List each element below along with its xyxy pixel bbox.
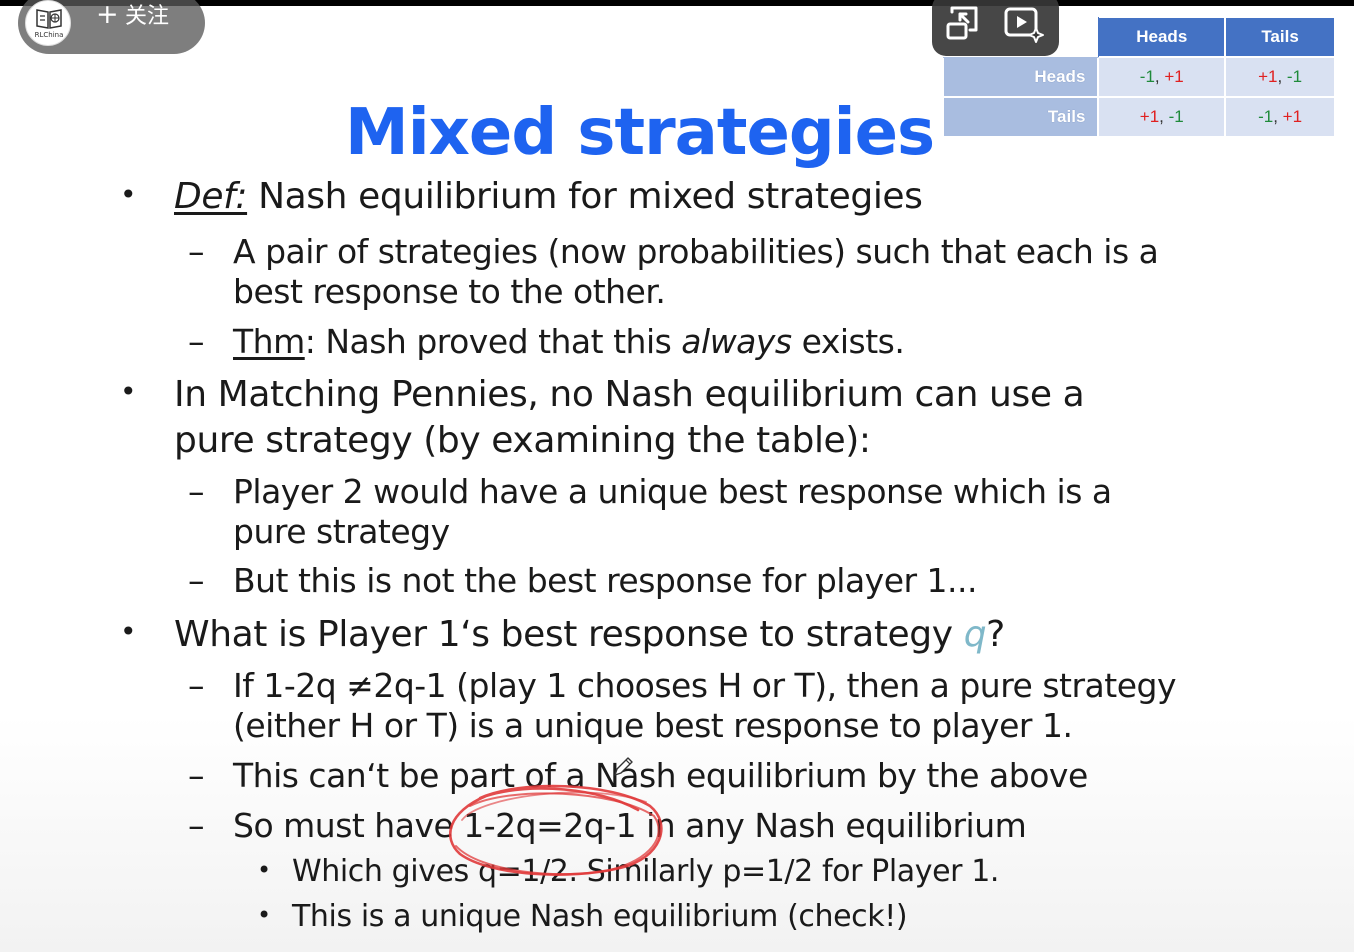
picture-in-picture-icon <box>946 6 978 40</box>
pen-icon <box>614 757 633 776</box>
video-ai-button[interactable] <box>1002 4 1046 44</box>
bullet-text: In Matching Pennies, no Nash equilibrium… <box>174 374 1085 415</box>
follow-button[interactable]: 关注 <box>125 4 169 30</box>
bullet-dot: • <box>120 615 137 648</box>
payoff-p2: +1 <box>1164 67 1184 86</box>
annotation-circle <box>449 784 663 876</box>
question-text: What is Player 1‘s best response to stra… <box>174 614 964 655</box>
thm-text: : Nash proved that this <box>304 322 682 361</box>
payoff-p1: -1 <box>1258 107 1274 126</box>
sub-sub-bullet-text: This is a unique Nash equilibrium (check… <box>292 899 908 934</box>
bullet-def: Def: Nash equilibrium for mixed strategi… <box>174 176 923 217</box>
thm-text-end: exists. <box>791 322 905 361</box>
payoff-cell: -1, +1 <box>1097 56 1227 98</box>
row-header-heads: Heads <box>941 56 1100 98</box>
payoff-p1: +1 <box>1139 107 1160 126</box>
book-globe-icon <box>36 9 62 29</box>
slide: Heads Tails Heads -1, +1 +1, -1 Tails +1… <box>0 6 1354 952</box>
bullet-dot: • <box>257 901 272 929</box>
dash: – <box>188 806 205 845</box>
col-header-heads: Heads <box>1097 16 1227 58</box>
slide-title: Mixed strategies <box>345 96 935 170</box>
channel-name: RLChina <box>34 31 64 39</box>
payoff-p2: +1 <box>1282 107 1303 126</box>
question-mark: ? <box>986 614 1005 655</box>
dash: – <box>188 561 205 600</box>
bullet-dot: • <box>120 178 137 211</box>
sub-bullet-text: Player 2 would have a unique best respon… <box>233 472 1112 511</box>
bullet-dot: • <box>120 375 137 408</box>
payoff-cell: +1, -1 <box>1097 96 1227 138</box>
dash: – <box>188 666 205 705</box>
dash: – <box>188 322 205 361</box>
payoff-p2: -1 <box>1168 107 1184 126</box>
def-text: Nash equilibrium for mixed strategies <box>247 176 923 217</box>
payoff-p1: +1 <box>1258 67 1278 86</box>
channel-follow-pill[interactable]: RLChina + 关注 <box>18 0 205 54</box>
sub-bullet-text: But this is not the best response for pl… <box>233 561 978 600</box>
payoff-cell: -1, +1 <box>1224 96 1336 138</box>
sub-bullet-text: A pair of strategies (now probabilities)… <box>233 232 1159 271</box>
channel-logo[interactable]: RLChina <box>25 0 71 46</box>
payoff-p1: -1 <box>1139 67 1155 86</box>
q-variable: q <box>963 614 987 655</box>
payoff-cell: +1, -1 <box>1224 56 1336 98</box>
payoff-p2: -1 <box>1286 67 1303 86</box>
video-sparkle-icon <box>1004 7 1044 43</box>
picture-in-picture-button[interactable] <box>942 4 986 44</box>
bullet-text: pure strategy (by examining the table): <box>174 420 871 461</box>
col-header-tails: Tails <box>1224 16 1336 58</box>
sub-bullet-text: best response to the other. <box>233 272 666 311</box>
dash: – <box>188 472 205 511</box>
def-label: Def: <box>174 176 248 217</box>
sub-bullet-text: pure strategy <box>233 512 450 551</box>
always-word: always <box>681 322 792 361</box>
row-header-tails: Tails <box>941 96 1100 138</box>
thm-line: Thm: Nash proved that this always exists… <box>233 322 905 361</box>
sub-bullet-text: (either H or T) is a unique best respons… <box>233 706 1073 745</box>
bullet-dot: • <box>257 856 272 884</box>
sub-bullet-text: If 1-2q ≠2q-1 (play 1 chooses H or T), t… <box>233 666 1176 705</box>
thm-label: Thm <box>233 322 305 361</box>
bullet-question: What is Player 1‘s best response to stra… <box>174 614 1005 655</box>
plus-icon[interactable]: + <box>96 0 119 30</box>
video-controls <box>932 0 1059 56</box>
dash: – <box>188 232 205 271</box>
dash: – <box>188 756 205 795</box>
